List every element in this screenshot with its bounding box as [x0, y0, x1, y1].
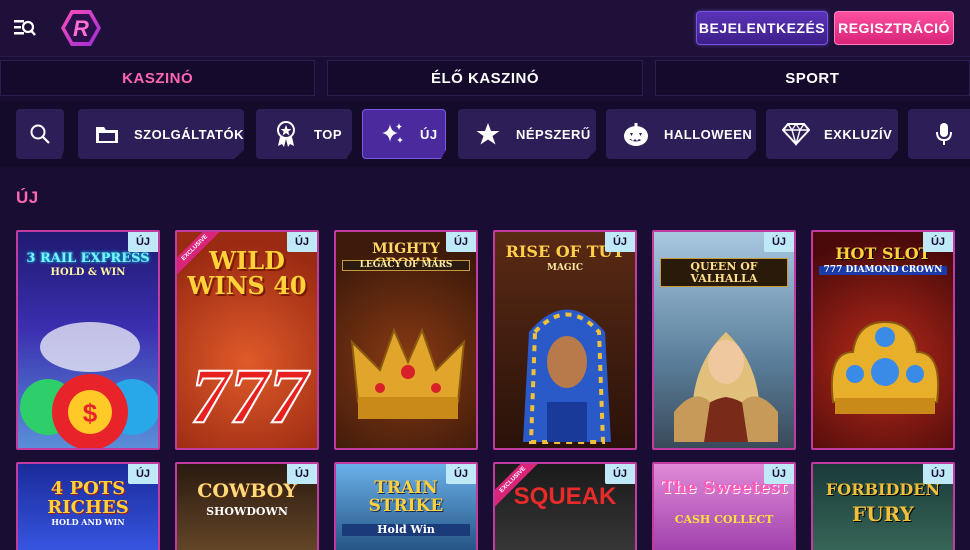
section-title: ÚJ [16, 188, 39, 207]
new-badge: ÚJ [446, 232, 476, 252]
logo-letter: R [73, 16, 89, 41]
game-subtitle: SHOWDOWN [206, 505, 288, 518]
svg-text:$: $ [83, 398, 98, 428]
category-label: NÉPSZERŰ [516, 126, 591, 142]
svg-text:777: 777 [191, 352, 311, 439]
game-title: 4 POTS RICHES [47, 478, 129, 518]
tab-live-casino[interactable]: ÉLŐ KASZINÓ [327, 60, 643, 96]
new-badge: ÚJ [605, 464, 635, 484]
new-badge: ÚJ [287, 232, 317, 252]
game-title: 3 RAIL EXPRESS [26, 251, 150, 266]
header: R BEJELENTKEZÉS REGISZTRÁCIÓ [0, 0, 970, 57]
game-title: WILD WINS 40 [187, 246, 307, 301]
game-card[interactable]: WILD WINS 40 777 EXCLUSIVE ÚJ [175, 230, 319, 450]
category-label: TOP [314, 126, 342, 142]
medal-icon [272, 120, 300, 148]
game-card[interactable]: HOT SLOT 777 DIAMOND CROWN ÚJ [811, 230, 955, 450]
game-artwork: 777 [177, 292, 317, 448]
game-title: FORBIDDEN [825, 480, 941, 499]
game-artwork [336, 292, 476, 448]
category-label: SZOLGÁLTATÓK [134, 126, 244, 142]
category-label: HALLOWEEN [664, 126, 753, 142]
game-artwork [495, 292, 635, 448]
new-badge: ÚJ [923, 464, 953, 484]
game-card[interactable]: 3 RAIL EXPRESS HOLD & WIN $ ÚJ [16, 230, 160, 450]
game-card[interactable]: COWBOY SHOWDOWN ÚJ [175, 462, 319, 550]
game-title: SQUEAK [513, 483, 617, 510]
category-label: ÚJ [420, 126, 438, 142]
pumpkin-icon [622, 120, 650, 148]
main-tabs: KASZINÓ ÉLŐ KASZINÓ SPORT [0, 60, 970, 96]
game-card[interactable]: 4 POTS RICHES HOLD AND WIN ÚJ [16, 462, 160, 550]
category-top[interactable]: TOP [256, 109, 352, 159]
logo[interactable]: R [59, 8, 103, 48]
game-card[interactable]: FORBIDDEN FURY ÚJ [811, 462, 955, 550]
game-subtitle: HOLD & WIN [50, 267, 126, 278]
game-subtitle: FURY [852, 502, 914, 526]
category-bar: SZOLGÁLTATÓK TOP ÚJ NÉPSZERŰ HALLOWEEN E… [0, 101, 970, 167]
game-card[interactable]: RISE OF TUT MAGIC ÚJ [493, 230, 637, 450]
game-card[interactable]: TRAIN STRIKE Hold Win ÚJ [334, 462, 478, 550]
category-search[interactable] [16, 109, 64, 159]
game-subtitle: Hold Win [342, 524, 470, 536]
game-subtitle: CASH COLLECT [674, 513, 774, 526]
login-button[interactable]: BEJELENTKEZÉS [696, 11, 828, 45]
game-artwork [654, 292, 794, 448]
menu-search-icon[interactable] [12, 17, 38, 39]
star-icon [474, 120, 502, 148]
game-subtitle: 777 DIAMOND CROWN [819, 265, 947, 276]
category-providers[interactable]: SZOLGÁLTATÓK [78, 109, 244, 159]
game-subtitle: LEGACY OF MARS [342, 260, 470, 272]
game-artwork: $ [18, 292, 158, 448]
game-card[interactable]: SQUEAK EXCLUSIVE ÚJ [493, 462, 637, 550]
game-artwork [813, 292, 953, 448]
new-badge: ÚJ [764, 464, 794, 484]
category-label: EXKLUZÍV [824, 126, 893, 142]
game-subtitle: HOLD AND WIN [51, 517, 125, 527]
new-badge: ÚJ [446, 464, 476, 484]
sparkle-icon [378, 120, 406, 148]
game-title: QUEEN OF VALHALLA [660, 258, 788, 288]
new-badge: ÚJ [128, 464, 158, 484]
game-card[interactable]: MIGHTY CROWN LEGACY OF MARS ÚJ [334, 230, 478, 450]
folder-icon [94, 120, 120, 148]
game-title: COWBOY [197, 480, 297, 502]
new-badge: ÚJ [605, 232, 635, 252]
tab-sport[interactable]: SPORT [654, 60, 970, 96]
category-popular[interactable]: NÉPSZERŰ [458, 109, 596, 159]
new-badge: ÚJ [287, 464, 317, 484]
category-new[interactable]: ÚJ [362, 109, 446, 159]
new-badge: ÚJ [128, 232, 158, 252]
game-card[interactable]: The Sweetest CASH COLLECT ÚJ [652, 462, 796, 550]
new-badge: ÚJ [923, 232, 953, 252]
search-icon [26, 120, 54, 148]
register-button[interactable]: REGISZTRÁCIÓ [834, 11, 954, 45]
game-title: TRAIN STRIKE [368, 478, 444, 516]
category-exclusive[interactable]: EXKLUZÍV [766, 109, 898, 159]
category-live[interactable] [908, 109, 970, 159]
game-card[interactable]: QUEEN OF VALHALLA ÚJ [652, 230, 796, 450]
tab-casino[interactable]: KASZINÓ [0, 60, 316, 96]
diamond-icon [782, 120, 810, 148]
category-halloween[interactable]: HALLOWEEN [606, 109, 756, 159]
new-badge: ÚJ [764, 232, 794, 252]
game-subtitle: MAGIC [546, 263, 583, 273]
microphone-icon [930, 120, 958, 148]
